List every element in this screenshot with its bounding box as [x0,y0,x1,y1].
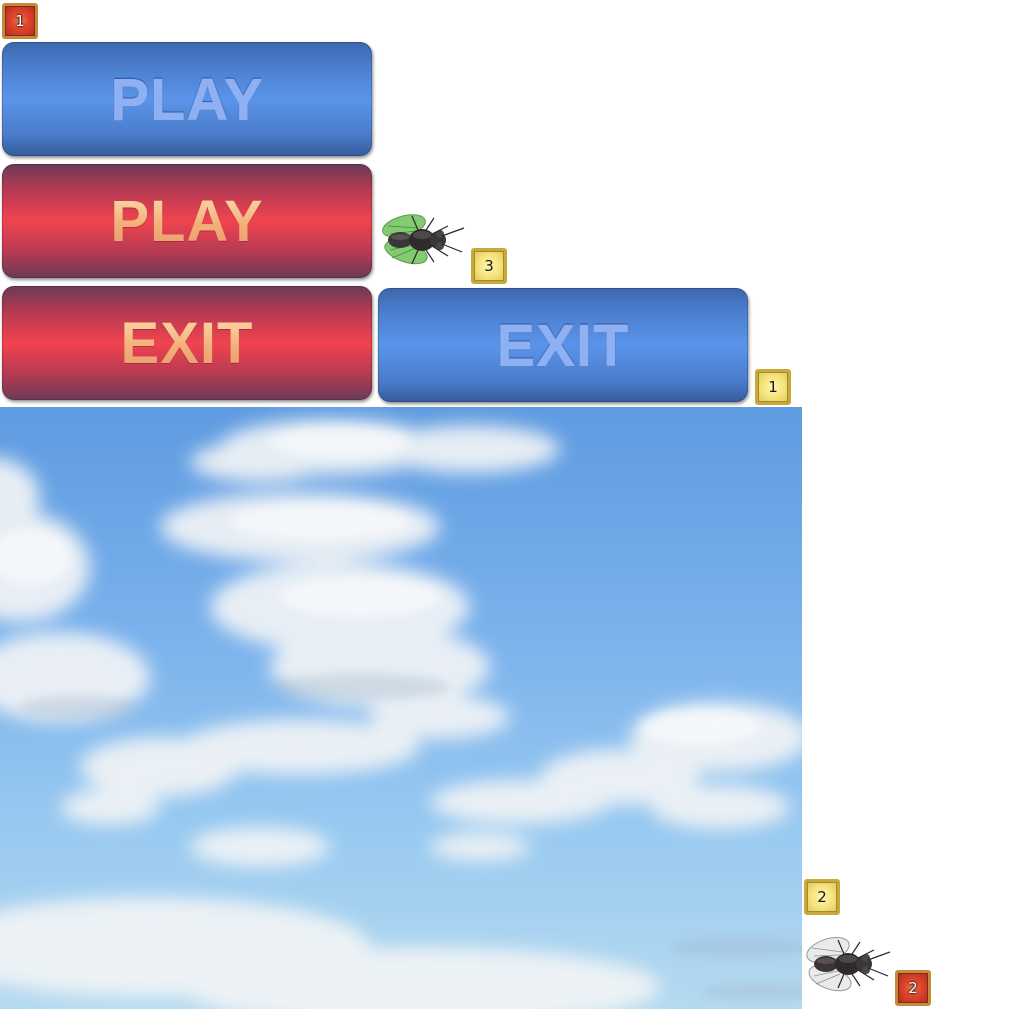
sprite-atlas: 1 PLAY PLAY 3 EXIT EXIT 1 2 2 [0,0,1024,1024]
badge-yellow-2: 2 [804,879,840,915]
play-button-label: PLAY [110,66,264,132]
exit-button-label: EXIT [496,312,630,378]
cloud-layer [0,419,802,1009]
play-button-active[interactable]: PLAY [2,164,372,278]
grey-fly-icon [806,937,891,992]
badge-red-1: 1 [2,3,38,39]
exit-button-active[interactable]: EXIT [2,286,372,400]
exit-button-normal[interactable]: EXIT [378,288,748,402]
play-button-label: PLAY [110,188,264,254]
badge-yellow-1: 1 [755,369,791,405]
badge-label: 2 [817,888,827,906]
badge-yellow-3: 3 [471,248,507,284]
exit-button-label: EXIT [120,310,254,376]
sky-background [0,407,802,1009]
green-fly-icon [382,214,465,265]
badge-label: 3 [484,257,494,275]
badge-label: 1 [768,378,778,396]
badge-label: 2 [908,979,918,997]
badge-label: 1 [15,12,25,30]
play-button-normal[interactable]: PLAY [2,42,372,156]
badge-red-2: 2 [895,970,931,1006]
